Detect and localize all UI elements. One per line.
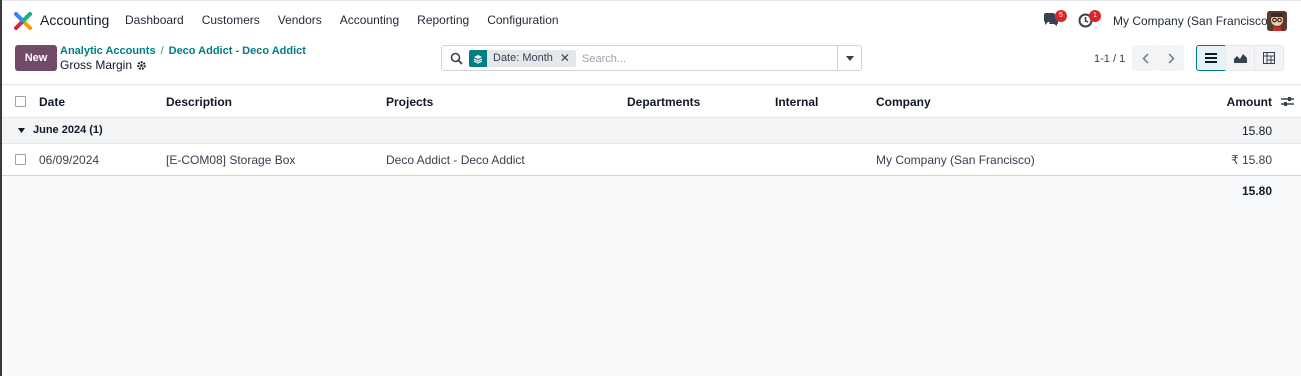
list-view-button[interactable] — [1196, 45, 1226, 71]
chevron-left-icon — [1142, 53, 1148, 63]
cell-projects: Deco Addict - Deco Addict — [386, 153, 525, 167]
main-menu: Dashboard Customers Vendors Accounting R… — [125, 13, 577, 27]
column-internal[interactable]: Internal — [775, 95, 818, 109]
group-amount: 15.80 — [1241, 124, 1272, 138]
select-all-checkbox[interactable] — [15, 96, 26, 107]
breadcrumb-separator: / — [160, 45, 164, 57]
pager-previous-button[interactable] — [1132, 45, 1158, 71]
breadcrumb-analytic-accounts[interactable]: Analytic Accounts — [60, 45, 156, 57]
group-label: June 2024 (1) — [33, 124, 103, 136]
search-input[interactable] — [582, 51, 832, 67]
column-settings-icon[interactable] — [1281, 96, 1294, 107]
pivot-view-icon — [1263, 52, 1275, 64]
cell-date: 06/09/2024 — [39, 153, 100, 167]
layers-icon — [469, 50, 487, 67]
page-title-text: Gross Margin — [60, 58, 133, 72]
column-date[interactable]: Date — [39, 95, 65, 109]
menu-configuration[interactable]: Configuration — [487, 13, 558, 27]
caret-down-icon — [845, 55, 854, 61]
list-table: Date Description Projects Departments In… — [2, 86, 1301, 204]
menu-accounting[interactable]: Accounting — [340, 13, 399, 27]
search-icon[interactable] — [450, 52, 463, 65]
menu-reporting[interactable]: Reporting — [417, 13, 469, 27]
user-avatar[interactable] — [1267, 11, 1287, 31]
menu-dashboard[interactable]: Dashboard — [125, 13, 184, 27]
search-facet: Date: Month ✕ — [469, 50, 576, 67]
app-logo-icon[interactable] — [14, 12, 32, 30]
new-button[interactable]: New — [15, 45, 57, 71]
table-row[interactable]: 06/09/2024 [E-COM08] Storage Box Deco Ad… — [2, 144, 1301, 176]
view-switcher — [1196, 45, 1284, 71]
table-header: Date Description Projects Departments In… — [2, 86, 1301, 118]
total-amount: 15.80 — [1241, 184, 1272, 198]
group-caret-icon — [18, 128, 25, 133]
column-amount[interactable]: Amount — [1227, 95, 1272, 109]
graph-view-icon — [1233, 54, 1247, 63]
chat-badge: 5 — [1055, 10, 1067, 22]
column-company[interactable]: Company — [876, 95, 931, 109]
column-departments[interactable]: Departments — [627, 95, 700, 109]
breadcrumb-deco-addict[interactable]: Deco Addict - Deco Addict — [169, 45, 306, 57]
search-bar[interactable]: Date: Month ✕ — [441, 45, 862, 71]
page-title: Gross Margin — [60, 58, 147, 72]
pager-value[interactable]: 1-1 / 1 — [1094, 53, 1125, 65]
menu-customers[interactable]: Customers — [202, 13, 260, 27]
graph-view-button[interactable] — [1225, 45, 1255, 71]
chevron-right-icon — [1168, 53, 1174, 63]
cell-description: [E-COM08] Storage Box — [166, 153, 296, 167]
control-panel: New Analytic Accounts / Deco Addict - Deco… — [2, 39, 1301, 85]
facet-text: Date: Month — [493, 52, 553, 64]
cell-amount: ₹ 15.80 — [1231, 153, 1272, 167]
company-switcher[interactable]: My Company (San Francisco) — [1113, 14, 1272, 28]
top-navbar: Accounting Dashboard Customers Vendors A… — [2, 1, 1301, 39]
app-name[interactable]: Accounting — [40, 12, 109, 28]
activity-badge: 1 — [1089, 10, 1101, 22]
cell-company: My Company (San Francisco) — [876, 153, 1035, 167]
pivot-view-button[interactable] — [1254, 45, 1284, 71]
list-view-icon — [1205, 53, 1217, 63]
search-options-toggle[interactable] — [837, 46, 861, 70]
column-projects[interactable]: Projects — [386, 95, 433, 109]
group-row[interactable]: June 2024 (1) 15.80 — [2, 118, 1301, 144]
table-footer: 15.80 — [2, 176, 1301, 204]
row-checkbox[interactable] — [15, 154, 26, 165]
column-description[interactable]: Description — [166, 95, 232, 109]
close-icon[interactable]: ✕ — [560, 50, 570, 67]
breadcrumb: Analytic Accounts / Deco Addict - Deco Add… — [60, 45, 306, 57]
pager-next-button[interactable] — [1158, 45, 1184, 71]
gear-icon[interactable] — [136, 60, 147, 71]
menu-vendors[interactable]: Vendors — [278, 13, 322, 27]
facet-label: Date: Month ✕ — [487, 50, 576, 67]
user-avatar-icon — [1267, 11, 1287, 31]
